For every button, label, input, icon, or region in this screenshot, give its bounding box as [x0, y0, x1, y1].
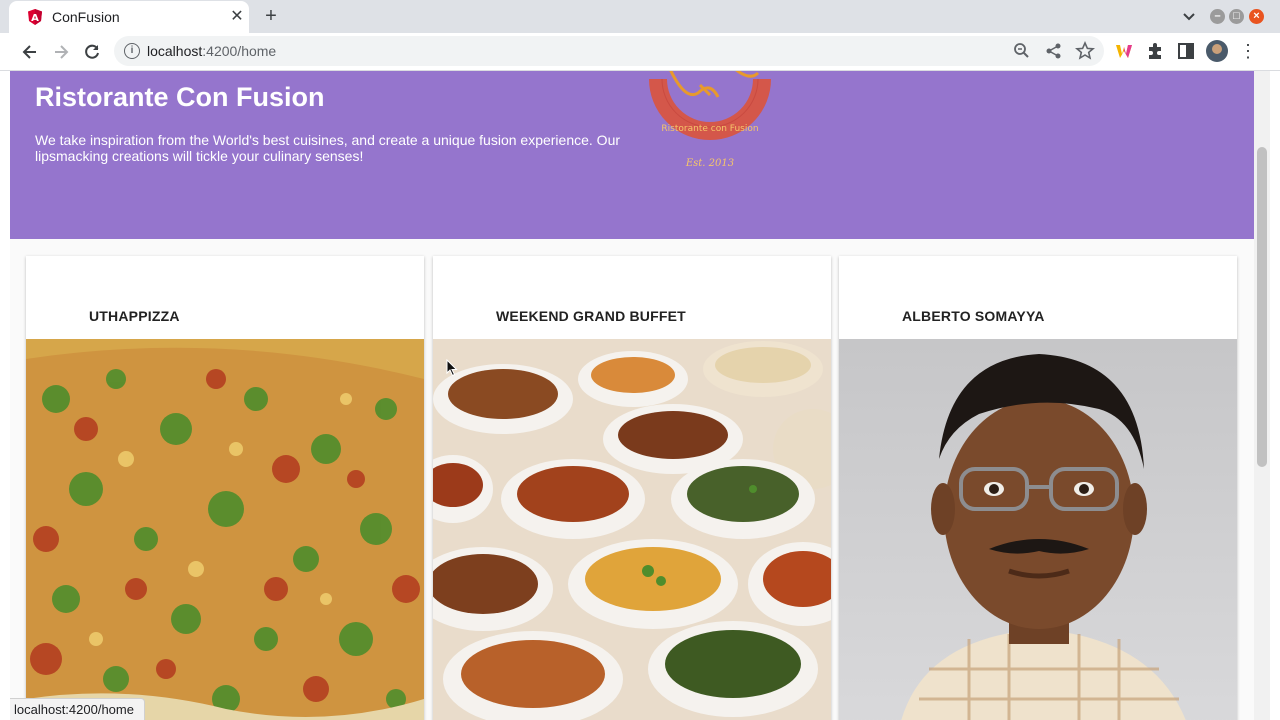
bookmark-star-icon[interactable] [1075, 41, 1095, 61]
status-bar-url: localhost:4200/home [10, 698, 145, 720]
extension-puzzle-icon[interactable] [1145, 41, 1165, 61]
right-gutter [1270, 71, 1280, 720]
svg-text:Est. 2013: Est. 2013 [685, 158, 734, 169]
svg-text:A: A [31, 13, 39, 24]
page-scrollbar[interactable] [1254, 71, 1270, 720]
back-arrow-icon[interactable] [19, 41, 41, 63]
card-title: WEEKEND GRAND BUFFET [496, 308, 686, 324]
card-title: UTHAPPIZZA [89, 308, 180, 324]
page-viewport: Ristorante Con Fusion We take inspiratio… [0, 71, 1280, 720]
forward-arrow-icon[interactable] [50, 41, 72, 63]
close-window-button[interactable]: × [1249, 9, 1264, 24]
tab-close-icon[interactable]: ✕ [227, 7, 247, 27]
maximize-window-button[interactable]: □ [1229, 9, 1244, 24]
svg-text:Ristorante con Fusion: Ristorante con Fusion [661, 124, 758, 134]
new-tab-button[interactable]: + [260, 5, 282, 27]
url-text[interactable]: localhost:4200/home [147, 43, 276, 59]
share-icon[interactable] [1044, 41, 1064, 61]
buffet-photo[interactable] [433, 339, 831, 720]
browser-toolbar: i localhost:4200/home ⋮ [0, 33, 1280, 71]
profile-avatar[interactable] [1206, 40, 1228, 62]
jumbotron: Ristorante Con Fusion We take inspiratio… [10, 71, 1254, 239]
chevron-down-icon[interactable] [1180, 7, 1198, 25]
side-panel-icon[interactable] [1176, 41, 1196, 61]
featured-cards: UTHAPPIZZA WEEKEND GRAND BUFFET ALBERTO … [10, 239, 1254, 720]
mouse-cursor-icon [446, 359, 458, 377]
page-left-margin [0, 71, 10, 720]
pizza-photo[interactable] [26, 339, 424, 720]
minimize-window-button[interactable]: – [1210, 9, 1225, 24]
card-dish[interactable]: UTHAPPIZZA [26, 256, 424, 720]
menu-dots-icon[interactable]: ⋮ [1238, 41, 1258, 61]
scrollbar-thumb[interactable] [1257, 147, 1267, 467]
reload-icon[interactable] [81, 41, 103, 63]
restaurant-description: We take inspiration from the World's bes… [35, 132, 621, 164]
address-bar[interactable]: i localhost:4200/home [114, 36, 1104, 66]
page-title: Ristorante Con Fusion [35, 82, 325, 112]
card-leader[interactable]: ALBERTO SOMAYYA [839, 256, 1237, 720]
restaurant-logo: Ristorante con Fusion Est. 2013 [649, 71, 771, 169]
site-info-icon[interactable]: i [124, 43, 140, 59]
extension-w-icon[interactable] [1114, 41, 1134, 61]
tab-title: ConFusion [52, 9, 120, 25]
card-promotion[interactable]: WEEKEND GRAND BUFFET [433, 256, 831, 720]
card-title: ALBERTO SOMAYYA [902, 308, 1045, 324]
angular-favicon-icon: A [28, 9, 42, 25]
tab-strip: A ConFusion ✕ + – □ × [0, 0, 1280, 33]
browser-tab[interactable]: A ConFusion ✕ [9, 1, 249, 33]
zoom-icon[interactable] [1012, 41, 1032, 61]
chef-photo[interactable] [839, 339, 1237, 720]
